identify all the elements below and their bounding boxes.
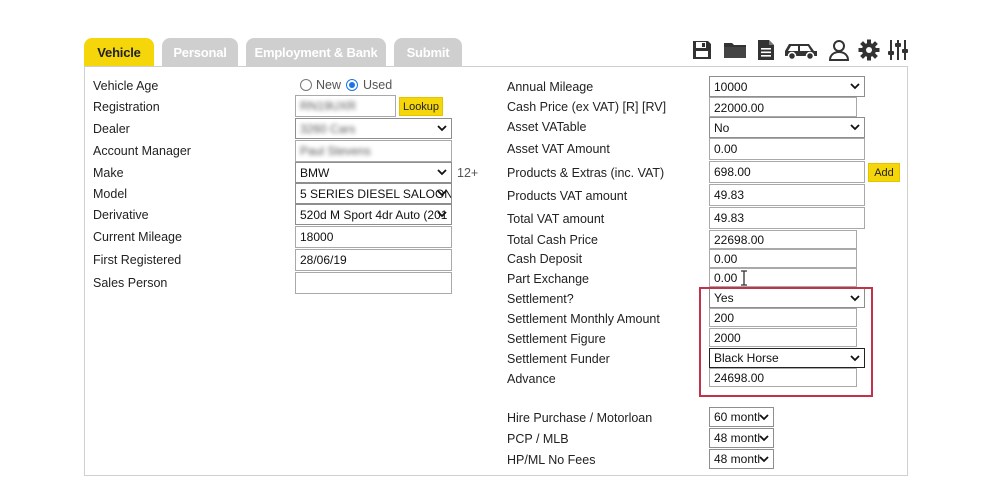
products-extras-label: Products & Extras (inc. VAT) (507, 166, 665, 180)
first-registered-label: First Registered (93, 253, 182, 267)
first-registered-input[interactable]: 28/06/19 (295, 249, 452, 271)
chevron-down-icon (437, 190, 447, 197)
sliders-icon[interactable] (886, 36, 910, 64)
total-vat-input[interactable]: 49.83 (709, 207, 865, 229)
products-vat-label: Products VAT amount (507, 189, 628, 203)
pcp-value: 48 montl (714, 431, 761, 445)
user-icon[interactable] (827, 36, 851, 64)
vehicle-age-used-label: Used (363, 78, 393, 92)
account-manager-input[interactable]: Paul Stevens (295, 140, 452, 162)
dealer-label: Dealer (93, 122, 130, 136)
cash-price-input[interactable]: 22000.00 (709, 97, 857, 117)
annual-mileage-select[interactable]: 10000 (709, 76, 865, 97)
folder-icon[interactable] (722, 36, 748, 64)
save-icon[interactable] (690, 36, 714, 64)
hire-purchase-value: 60 montl (714, 410, 761, 424)
chevron-down-icon (759, 435, 769, 442)
hire-purchase-label: Hire Purchase / Motorloan (507, 411, 653, 425)
add-products-button[interactable]: Add (868, 163, 900, 182)
chevron-down-icon (437, 169, 447, 176)
vehicle-age-new-label: New (316, 78, 342, 92)
total-cash-price-label: Total Cash Price (507, 233, 599, 247)
settlement-label: Settlement? (507, 292, 574, 306)
advance-label: Advance (507, 372, 556, 386)
text-cursor-icon (741, 270, 747, 286)
model-label: Model (93, 187, 128, 201)
part-exchange-label: Part Exchange (507, 272, 589, 286)
hp-no-fees-value: 48 montl (714, 452, 761, 466)
make-label: Make (93, 166, 124, 180)
part-exchange-input[interactable]: 0.00 (709, 268, 857, 287)
hire-purchase-select[interactable]: 60 montl (709, 407, 774, 427)
hp-no-fees-select[interactable]: 48 montl (709, 449, 774, 469)
cash-deposit-input[interactable]: 0.00 (709, 249, 857, 268)
total-cash-price-input[interactable]: 22698.00 (709, 230, 857, 249)
vehicle-age-new-radio[interactable] (300, 79, 312, 91)
chevron-down-icon (850, 83, 860, 90)
settlement-figure-label: Settlement Figure (507, 332, 606, 346)
registration-input[interactable]: RN19UXR (295, 95, 396, 117)
cash-price-label: Cash Price (ex VAT) [R] [RV] (507, 100, 667, 114)
annual-mileage-label: Annual Mileage (507, 80, 594, 94)
chevron-down-icon (437, 125, 447, 132)
vehicle-age-used-radio[interactable] (346, 79, 358, 91)
sales-person-label: Sales Person (93, 276, 168, 290)
account-manager-value: Paul Stevens (300, 144, 371, 158)
dealer-select[interactable]: 3260 Cars (295, 118, 452, 139)
chevron-down-icon (759, 414, 769, 421)
model-value: 5 SERIES DIESEL SALOON (300, 187, 452, 201)
tab-vehicle[interactable]: Vehicle (84, 38, 154, 67)
dealer-value: 3260 Cars (300, 122, 356, 136)
lookup-button[interactable]: Lookup (399, 97, 443, 116)
pcp-label: PCP / MLB (507, 432, 569, 446)
annual-mileage-value: 10000 (714, 80, 748, 94)
asset-vat-amount-label: Asset VAT Amount (507, 142, 610, 156)
pcp-select[interactable]: 48 montl (709, 428, 774, 448)
derivative-label: Derivative (93, 208, 149, 222)
make-age-suffix: 12+ (457, 166, 479, 180)
asset-vatable-label: Asset VATable (507, 120, 587, 134)
chevron-down-icon (437, 211, 447, 218)
registration-value: RN19UXR (300, 99, 357, 113)
derivative-value: 520d M Sport 4dr Auto (201 (300, 208, 448, 222)
hp-no-fees-label: HP/ML No Fees (507, 453, 596, 467)
settlement-monthly-label: Settlement Monthly Amount (507, 312, 660, 326)
make-value: BMW (300, 166, 330, 180)
asset-vatable-select[interactable]: No (709, 117, 865, 138)
total-vat-label: Total VAT amount (507, 212, 605, 226)
sales-person-input[interactable] (295, 272, 452, 294)
tab-employment-bank[interactable]: Employment & Bank (246, 38, 386, 67)
products-extras-input[interactable]: 698.00 (709, 161, 865, 183)
make-select[interactable]: BMW (295, 162, 452, 183)
car-icon[interactable] (782, 36, 820, 64)
tab-submit[interactable]: Submit (394, 38, 462, 67)
registration-label: Registration (93, 100, 160, 114)
current-mileage-input[interactable]: 18000 (295, 226, 452, 248)
asset-vat-amount-input[interactable]: 0.00 (709, 138, 865, 160)
account-manager-label: Account Manager (93, 144, 191, 158)
model-select[interactable]: 5 SERIES DIESEL SALOON (295, 183, 452, 204)
derivative-select[interactable]: 520d M Sport 4dr Auto (201 (295, 204, 452, 225)
chevron-down-icon (759, 456, 769, 463)
asset-vatable-value: No (714, 121, 730, 135)
gear-icon[interactable] (857, 36, 881, 64)
settlement-funder-label: Settlement Funder (507, 352, 610, 366)
current-mileage-label: Current Mileage (93, 230, 182, 244)
settlement-highlight-box (699, 287, 873, 397)
cash-deposit-label: Cash Deposit (507, 252, 583, 266)
vehicle-age-label: Vehicle Age (93, 79, 159, 93)
document-icon[interactable] (756, 36, 776, 64)
chevron-down-icon (850, 124, 860, 131)
tab-personal[interactable]: Personal (162, 38, 238, 67)
products-vat-input[interactable]: 49.83 (709, 184, 865, 206)
